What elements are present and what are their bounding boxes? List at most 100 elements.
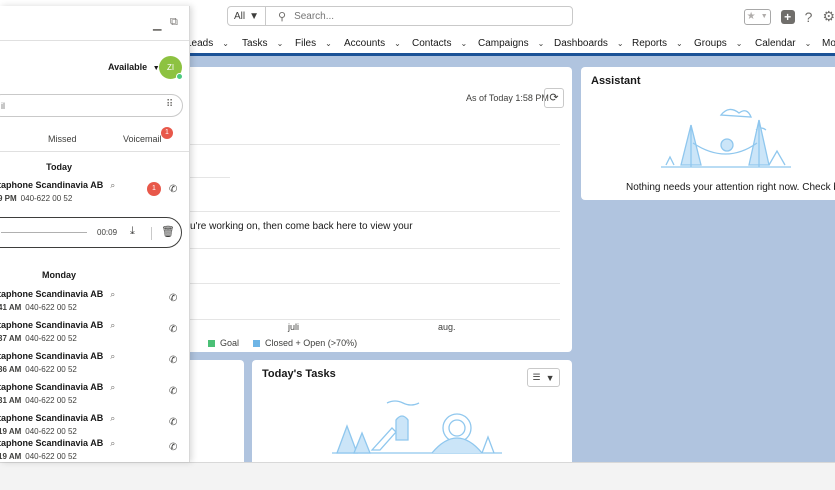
voicemail-player: 00:09 ⤓ 🗑 xyxy=(0,217,182,248)
call-contact-label: taphone Scandinavia AB xyxy=(0,180,104,190)
call-list-item[interactable]: taphone Scandinavia AB ⌕ 41 AM 040-622 00 … xyxy=(0,289,189,320)
dialpad-icon[interactable]: ⠿ xyxy=(166,99,173,110)
download-icon[interactable]: ⤓ xyxy=(130,225,135,238)
call-list-item[interactable]: taphone Scandinavia AB ⌕ 37 AM 040-622 00 … xyxy=(0,320,189,351)
legend-swatch xyxy=(253,340,261,348)
phone-icon[interactable]: ✆ xyxy=(169,442,177,453)
help-icon[interactable]: ? xyxy=(805,9,813,25)
nav-item-files[interactable]: Files ⌄ xyxy=(295,38,332,49)
call-details: 41 AM 040-622 00 52 xyxy=(0,303,77,312)
legend-label: Goal xyxy=(220,338,240,348)
chart-gridline xyxy=(190,319,560,320)
call-contact-name: taphone Scandinavia AB ⌕ xyxy=(0,320,115,331)
call-time: 41 AM xyxy=(0,303,22,312)
chevron-down-icon: ⌄ xyxy=(676,39,683,48)
call-number: 040-622 00 52 xyxy=(25,452,77,461)
call-contact-name: taphone Scandinavia AB ⌕ xyxy=(0,351,115,362)
tasks-filter-button[interactable]: ☰ ▼ xyxy=(527,368,560,387)
call-details: 37 AM 040-622 00 52 xyxy=(0,334,77,343)
assistant-title: Assistant xyxy=(591,75,641,87)
nav-item-contacts[interactable]: Contacts ⌄ xyxy=(412,38,467,49)
delete-icon[interactable]: 🗑 xyxy=(161,225,175,238)
call-list-item[interactable]: taphone Scandinavia AB ⌕ 31 AM 040-622 00 … xyxy=(0,382,189,413)
nav-label: Contacts xyxy=(412,38,452,49)
nav-item-more[interactable]: Mo xyxy=(822,38,835,49)
call-number: 040-622 00 52 xyxy=(20,194,73,203)
nav-label: Mo xyxy=(822,38,835,49)
gear-icon[interactable]: ⚙ xyxy=(822,8,835,25)
nav-item-tasks[interactable]: Tasks ⌄ xyxy=(242,38,283,49)
call-contact-name: taphone Scandinavia AB ⌕ xyxy=(0,180,115,191)
search-scope-dropdown[interactable]: All ▼ xyxy=(228,7,266,25)
hammock-illustration xyxy=(661,108,791,168)
chevron-down-icon: ⌄ xyxy=(537,39,545,48)
call-number: 040-622 00 52 xyxy=(25,365,77,374)
playback-scrubber[interactable] xyxy=(1,232,87,233)
search-contact-icon[interactable]: ⌕ xyxy=(110,289,115,299)
call-contact-label: taphone Scandinavia AB xyxy=(0,320,104,330)
chevron-down-icon: ▼ xyxy=(249,10,260,22)
nav-label: Tasks xyxy=(242,38,268,49)
call-list-item[interactable]: taphone Scandinavia AB ⌕ 36 AM 040-622 00 … xyxy=(0,351,189,382)
nav-item-groups[interactable]: Groups ⌄ xyxy=(694,38,743,49)
legend-label: Closed + Open (>70%) xyxy=(265,338,358,348)
day-separator-today: Today xyxy=(46,162,72,172)
call-time: 37 AM xyxy=(0,334,22,343)
performance-card: As of Today 1:58 PM ⟳ u're working on, t… xyxy=(150,67,572,352)
chart-gridline xyxy=(190,248,560,249)
phone-icon[interactable]: ✆ xyxy=(169,386,177,397)
tab-voicemail[interactable]: Voicemail xyxy=(123,134,162,144)
assistant-empty-message: Nothing needs your attention right now. … xyxy=(626,182,835,193)
popout-icon[interactable]: ⧉ xyxy=(170,16,178,29)
missed-call-badge: 1 xyxy=(147,182,161,196)
search-contact-icon[interactable]: ⌕ xyxy=(110,438,115,448)
presence-status-dropdown[interactable]: Available ▼ xyxy=(108,62,160,72)
nav-item-leads[interactable]: Leads ⌄ xyxy=(186,38,229,49)
nav-item-reports[interactable]: Reports ⌄ xyxy=(632,38,683,49)
search-contact-icon[interactable]: ⌕ xyxy=(110,180,115,190)
star-icon: ★ xyxy=(746,11,756,22)
search-scope-label: All xyxy=(233,10,246,22)
x-axis-label: juli xyxy=(288,322,300,332)
search-input[interactable] xyxy=(294,10,555,22)
tab-missed[interactable]: Missed xyxy=(48,134,77,144)
call-number: 040-622 00 52 xyxy=(25,303,77,312)
phone-icon[interactable]: ✆ xyxy=(169,184,177,195)
refresh-button[interactable]: ⟳ xyxy=(544,88,564,108)
minimize-icon[interactable]: ▁ xyxy=(153,18,161,31)
chart-gridline xyxy=(190,144,560,145)
global-actions-plus-icon[interactable]: + xyxy=(780,9,795,24)
chart-legend: Goal Closed + Open (>70%) xyxy=(208,338,357,348)
phone-icon[interactable]: ✆ xyxy=(169,324,177,335)
softphone-panel: ▁ ⧉ Available ▼ ZI ⠿ Missed Voicemail 1 … xyxy=(0,6,190,462)
search-contact-icon[interactable]: ⌕ xyxy=(110,382,115,392)
nav-item-calendar[interactable]: Calendar ⌄ xyxy=(755,38,811,49)
favorites-button[interactable]: ★ ▼ xyxy=(743,8,771,25)
divider xyxy=(151,227,152,240)
legend-closed-open: Closed + Open (>70%) xyxy=(253,338,357,348)
call-list-item[interactable]: taphone Scandinavia AB ⌕ 9 PM040-622 00 5… xyxy=(0,180,189,211)
call-contact-name: taphone Scandinavia AB ⌕ xyxy=(0,289,115,300)
search-contact-icon[interactable]: ⌕ xyxy=(110,413,115,423)
phone-icon[interactable]: ✆ xyxy=(169,293,177,304)
phone-icon[interactable]: ✆ xyxy=(169,355,177,366)
header-utility-icons: ★ ▼ + ? ⚙ xyxy=(743,8,835,25)
call-details: 36 AM 040-622 00 52 xyxy=(0,365,77,374)
call-contact-label: taphone Scandinavia AB xyxy=(0,438,104,448)
legend-goal: Goal xyxy=(208,338,239,348)
search-contact-icon[interactable]: ⌕ xyxy=(110,320,115,330)
call-contact-label: taphone Scandinavia AB xyxy=(0,382,104,392)
nav-label: Calendar xyxy=(755,38,796,49)
call-details: 19 AM 040-622 00 52 xyxy=(0,452,77,461)
nav-item-campaigns[interactable]: Campaigns ⌄ xyxy=(478,38,544,49)
dial-input[interactable] xyxy=(0,94,183,117)
phone-icon[interactable]: ✆ xyxy=(169,417,177,428)
todays-tasks-card: Today's Tasks ☰ ▼ xyxy=(252,360,572,470)
nav-label: Leads xyxy=(186,38,214,49)
nav-item-accounts[interactable]: Accounts ⌄ xyxy=(344,38,401,49)
refresh-icon: ⟳ xyxy=(549,92,559,104)
search-contact-icon[interactable]: ⌕ xyxy=(110,351,115,361)
call-list-item[interactable]: taphone Scandinavia AB ⌕ 19 AM 040-622 00 … xyxy=(0,438,189,462)
call-number: 040-622 00 52 xyxy=(25,396,77,405)
nav-item-dashboards[interactable]: Dashboards ⌄ xyxy=(554,38,624,49)
